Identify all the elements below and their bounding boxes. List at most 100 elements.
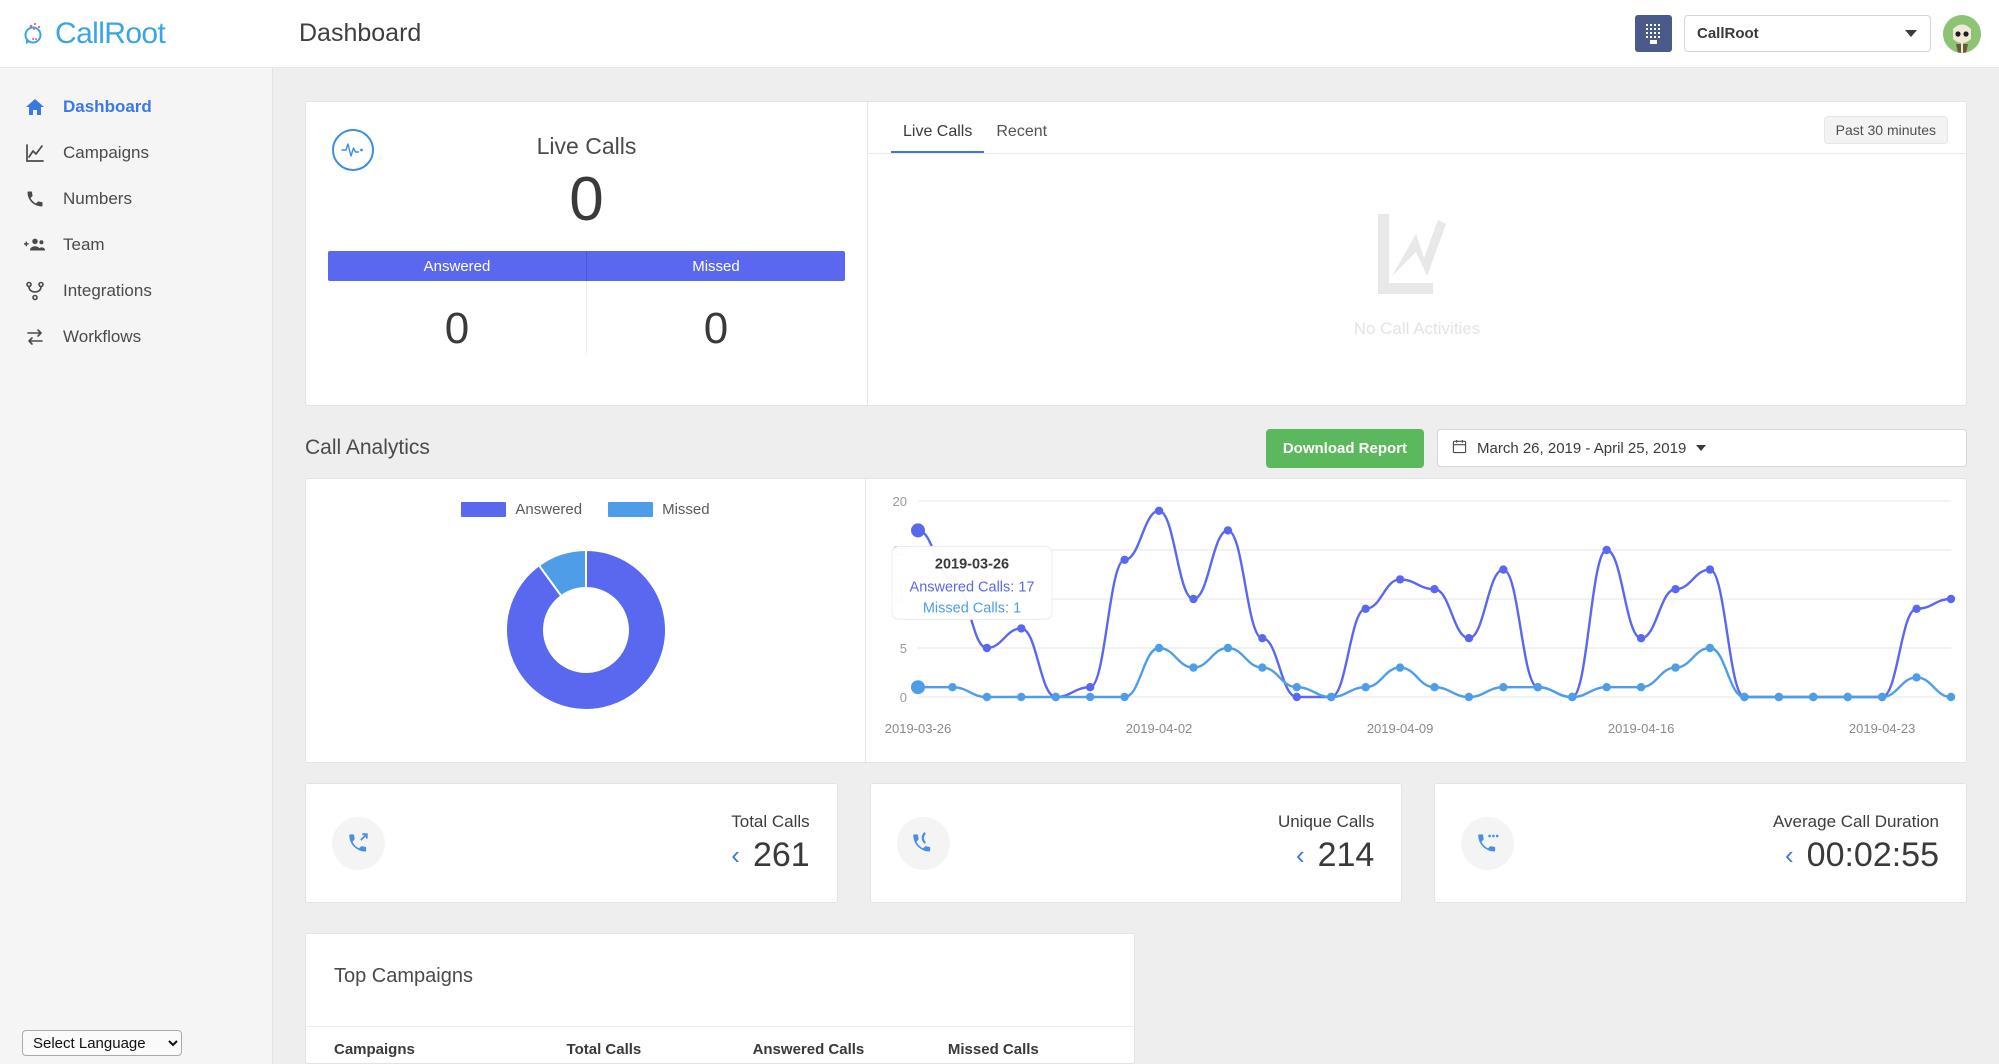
data-point[interactable]	[1465, 634, 1473, 642]
kpi-value-row: ‹ 214	[1278, 836, 1374, 875]
chevron-left-icon[interactable]: ‹	[731, 842, 740, 868]
sidebar-item-dashboard[interactable]: Dashboard	[0, 84, 272, 130]
data-point[interactable]	[1465, 693, 1473, 701]
brand-logo[interactable]: CallRoot	[0, 17, 273, 51]
data-point[interactable]	[1878, 693, 1886, 701]
data-point[interactable]	[911, 523, 925, 537]
data-point[interactable]	[911, 680, 925, 694]
data-point[interactable]	[1189, 595, 1197, 603]
top-campaigns-table-header: Campaigns Total Calls Answered Calls Mis…	[306, 1026, 1134, 1058]
add-people-icon	[24, 234, 46, 256]
data-point[interactable]	[1706, 565, 1714, 573]
avatar[interactable]	[1943, 15, 1981, 53]
pulse-icon	[332, 129, 374, 171]
data-point[interactable]	[1155, 644, 1163, 652]
date-range-picker[interactable]: March 26, 2019 - April 25, 2019	[1437, 429, 1967, 467]
legend-item-answered[interactable]: Answered	[461, 501, 582, 518]
line-chart-panel[interactable]: 051015202019-03-262019-04-022019-04-0920…	[866, 479, 1966, 762]
data-point[interactable]	[1809, 693, 1817, 701]
data-point[interactable]	[1258, 663, 1266, 671]
data-point[interactable]	[1120, 693, 1128, 701]
data-point[interactable]	[1224, 644, 1232, 652]
column-header-campaigns[interactable]: Campaigns	[334, 1027, 567, 1058]
data-point[interactable]	[1430, 585, 1438, 593]
chevron-left-icon[interactable]: ‹	[1785, 842, 1794, 868]
data-point[interactable]	[1017, 624, 1025, 632]
data-point[interactable]	[1947, 693, 1955, 701]
data-point[interactable]	[1568, 693, 1576, 701]
sidebar-item-campaigns[interactable]: Campaigns	[0, 130, 272, 176]
chevron-left-icon[interactable]: ‹	[1296, 842, 1305, 868]
sidebar-item-integrations[interactable]: Integrations	[0, 268, 272, 314]
top-campaigns-title: Top Campaigns	[306, 934, 1134, 988]
data-point[interactable]	[1844, 693, 1852, 701]
legend-swatch	[461, 502, 506, 517]
org-selector[interactable]: CallRoot	[1684, 15, 1931, 52]
tab-live-calls[interactable]: Live Calls	[891, 123, 984, 154]
data-point[interactable]	[1293, 683, 1301, 691]
donut-chart[interactable]	[306, 530, 865, 730]
tab-label: Live Calls	[903, 123, 972, 140]
data-point[interactable]	[1396, 663, 1404, 671]
data-point[interactable]	[1706, 644, 1714, 652]
data-point[interactable]	[1912, 673, 1920, 681]
tooltip-date: 2019-03-26	[935, 556, 1009, 572]
data-point[interactable]	[983, 644, 991, 652]
legend-item-missed[interactable]: Missed	[608, 501, 710, 518]
data-point[interactable]	[1258, 634, 1266, 642]
data-point[interactable]	[1396, 575, 1404, 583]
building-icon	[1635, 15, 1672, 52]
sidebar-item-workflows[interactable]: Workflows	[0, 314, 272, 360]
data-point[interactable]	[1052, 693, 1060, 701]
data-point[interactable]	[1327, 693, 1335, 701]
live-calls-title: Live Calls	[306, 102, 867, 160]
home-icon	[24, 96, 46, 118]
column-header-missed-calls[interactable]: Missed Calls	[948, 1027, 1106, 1058]
data-point[interactable]	[1120, 556, 1128, 564]
data-point[interactable]	[1740, 693, 1748, 701]
data-point[interactable]	[1671, 585, 1679, 593]
data-point[interactable]	[1499, 565, 1507, 573]
data-point[interactable]	[1361, 605, 1369, 613]
y-axis-tick: 20	[893, 494, 907, 509]
data-point[interactable]	[1293, 693, 1301, 701]
sidebar-item-numbers[interactable]: Numbers	[0, 176, 272, 222]
sidebar-item-label: Numbers	[63, 189, 132, 209]
data-point[interactable]	[1086, 683, 1094, 691]
column-header-total-calls[interactable]: Total Calls	[567, 1027, 753, 1058]
top-bar: CallRoot Dashboard CallRoot	[0, 0, 1999, 68]
time-range-pill[interactable]: Past 30 minutes	[1824, 116, 1948, 144]
line-series[interactable]	[918, 511, 1951, 697]
data-point[interactable]	[1947, 595, 1955, 603]
data-point[interactable]	[1534, 683, 1542, 691]
tab-recent[interactable]: Recent	[984, 123, 1059, 154]
data-point[interactable]	[1671, 663, 1679, 671]
data-point[interactable]	[1637, 634, 1645, 642]
data-point[interactable]	[1430, 683, 1438, 691]
data-point[interactable]	[948, 683, 956, 691]
data-point[interactable]	[1155, 507, 1163, 515]
column-header-answered-calls[interactable]: Answered Calls	[753, 1027, 948, 1058]
sidebar-item-label: Workflows	[63, 327, 141, 347]
data-point[interactable]	[1775, 693, 1783, 701]
x-axis-tick: 2019-04-09	[1367, 721, 1434, 736]
value-answered: 0	[328, 281, 587, 354]
data-point[interactable]	[1017, 693, 1025, 701]
data-point[interactable]	[1602, 546, 1610, 554]
data-point[interactable]	[1189, 663, 1197, 671]
data-point[interactable]	[1602, 683, 1610, 691]
data-point[interactable]	[1499, 683, 1507, 691]
call-ring-icon	[897, 817, 950, 870]
download-report-button[interactable]: Download Report	[1266, 429, 1424, 468]
data-point[interactable]	[1361, 683, 1369, 691]
sidebar-item-label: Team	[63, 235, 105, 255]
activity-panel: Live Calls Recent Past 30 minutes No Cal…	[868, 102, 1966, 405]
kpi-label: Unique Calls	[1278, 812, 1374, 832]
sidebar-item-team[interactable]: Team	[0, 222, 272, 268]
data-point[interactable]	[1912, 605, 1920, 613]
language-select[interactable]: Select Language	[22, 1030, 182, 1056]
data-point[interactable]	[1637, 683, 1645, 691]
data-point[interactable]	[983, 693, 991, 701]
data-point[interactable]	[1224, 526, 1232, 534]
data-point[interactable]	[1086, 693, 1094, 701]
